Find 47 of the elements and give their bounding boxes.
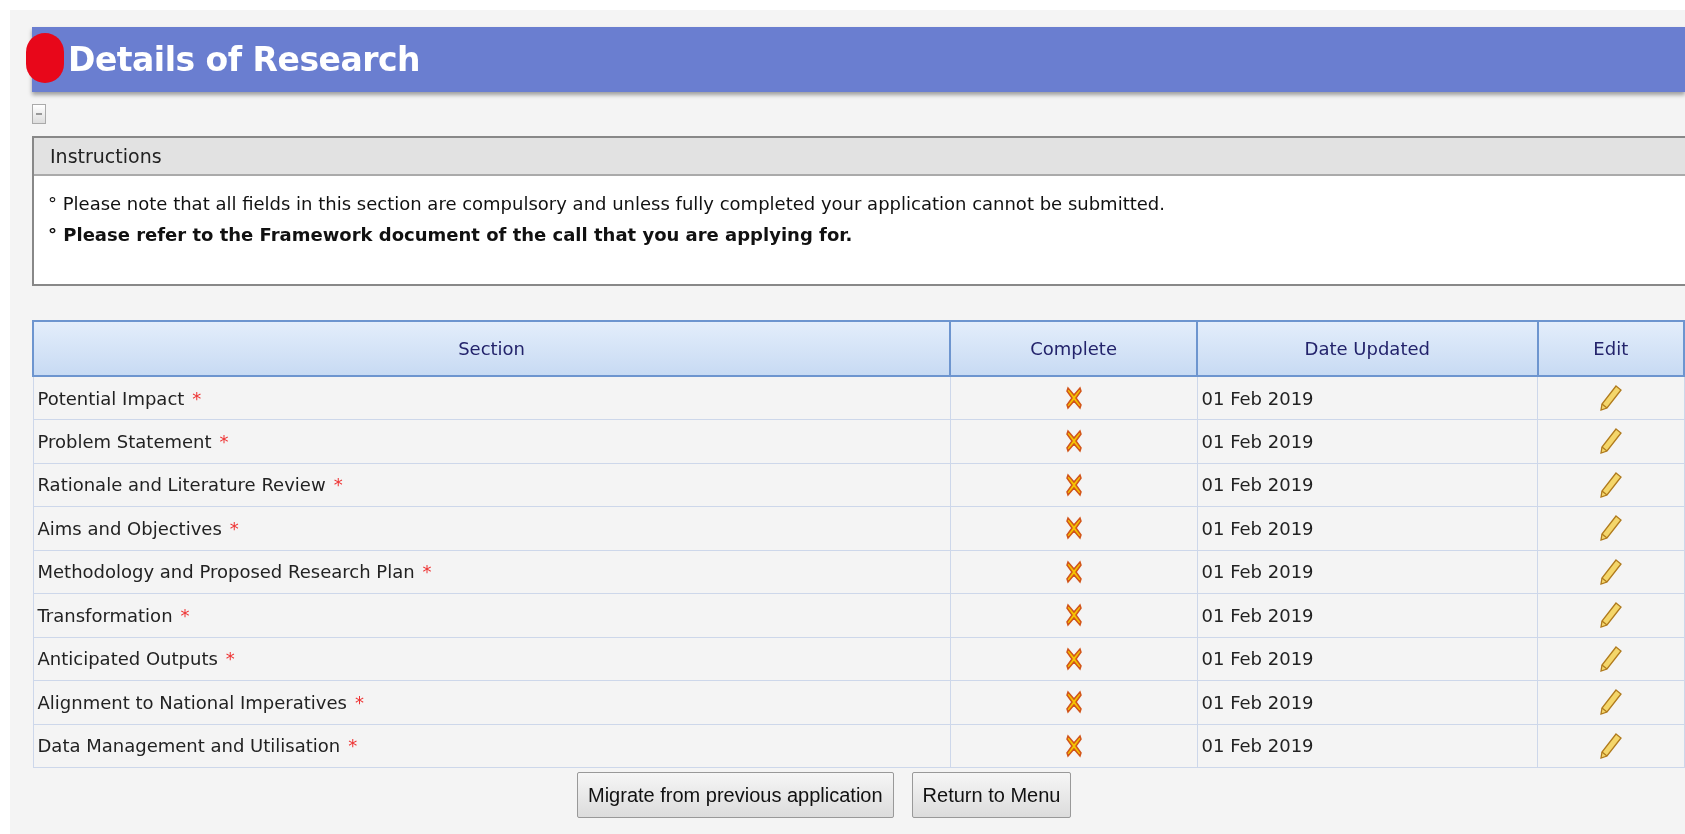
pencil-icon[interactable] [1598, 470, 1623, 499]
required-mark: * [348, 735, 358, 757]
section-name: Data Management and Utilisation [37, 735, 341, 757]
pencil-icon[interactable] [1598, 557, 1623, 586]
column-header: Complete [950, 321, 1198, 376]
section-name: Anticipated Outputs [37, 648, 218, 670]
collapse-toggle[interactable] [32, 104, 46, 124]
table-cell: 01 Feb 2019 [1197, 637, 1538, 681]
required-mark: * [333, 474, 343, 496]
pencil-icon[interactable] [1598, 731, 1623, 760]
required-mark: * [180, 604, 190, 626]
table-cell: 01 Feb 2019 [1197, 463, 1538, 507]
pencil-icon[interactable] [1598, 688, 1623, 717]
required-mark: * [422, 561, 432, 583]
table-cell: 01 Feb 2019 [1197, 376, 1538, 420]
instruction-text: ° Please note that all fields in this section are compulsory and unless fully completed your application cannot be submitted. [48, 192, 1166, 216]
pencil-icon[interactable] [1598, 514, 1623, 543]
panel-title: Instructions [50, 143, 162, 169]
table-cell: 01 Feb 2019 [1197, 724, 1538, 768]
column-header: Date Updated [1197, 321, 1538, 376]
action-button[interactable]: Return to Menu [911, 772, 1072, 818]
page-title: Details of Research [68, 38, 420, 81]
column-header: Section [33, 321, 951, 376]
required-mark: * [192, 387, 202, 409]
required-mark: * [354, 691, 364, 713]
section-name: Problem Statement [37, 430, 212, 452]
column-header: Edit [1537, 321, 1684, 376]
table-cell: 01 Feb 2019 [1197, 680, 1538, 724]
table-cell: 01 Feb 2019 [1197, 550, 1538, 594]
pencil-icon[interactable] [1598, 384, 1623, 412]
table-cell: 01 Feb 2019 [1197, 593, 1538, 637]
section-name: Methodology and Proposed Research Plan [37, 561, 415, 583]
required-mark: * [219, 430, 229, 452]
section-name: Aims and Objectives [37, 517, 222, 539]
instruction-text: ° Please refer to the Framework document of the call that you are applying for. [48, 223, 854, 247]
table-cell: 01 Feb 2019 [1197, 506, 1538, 550]
required-mark: * [225, 648, 235, 670]
table-cell: 01 Feb 2019 [1197, 419, 1538, 463]
action-button[interactable]: Migrate from previous application [577, 772, 894, 818]
required-mark: * [229, 517, 239, 539]
pencil-icon[interactable] [1598, 427, 1623, 456]
section-name: Rationale and Literature Review [37, 474, 326, 496]
pencil-icon[interactable] [1598, 644, 1623, 673]
section-name: Alignment to National Imperatives [37, 691, 347, 713]
section-name: Transformation [37, 604, 173, 626]
pencil-icon[interactable] [1598, 601, 1623, 630]
section-name: Potential Impact [37, 387, 185, 409]
